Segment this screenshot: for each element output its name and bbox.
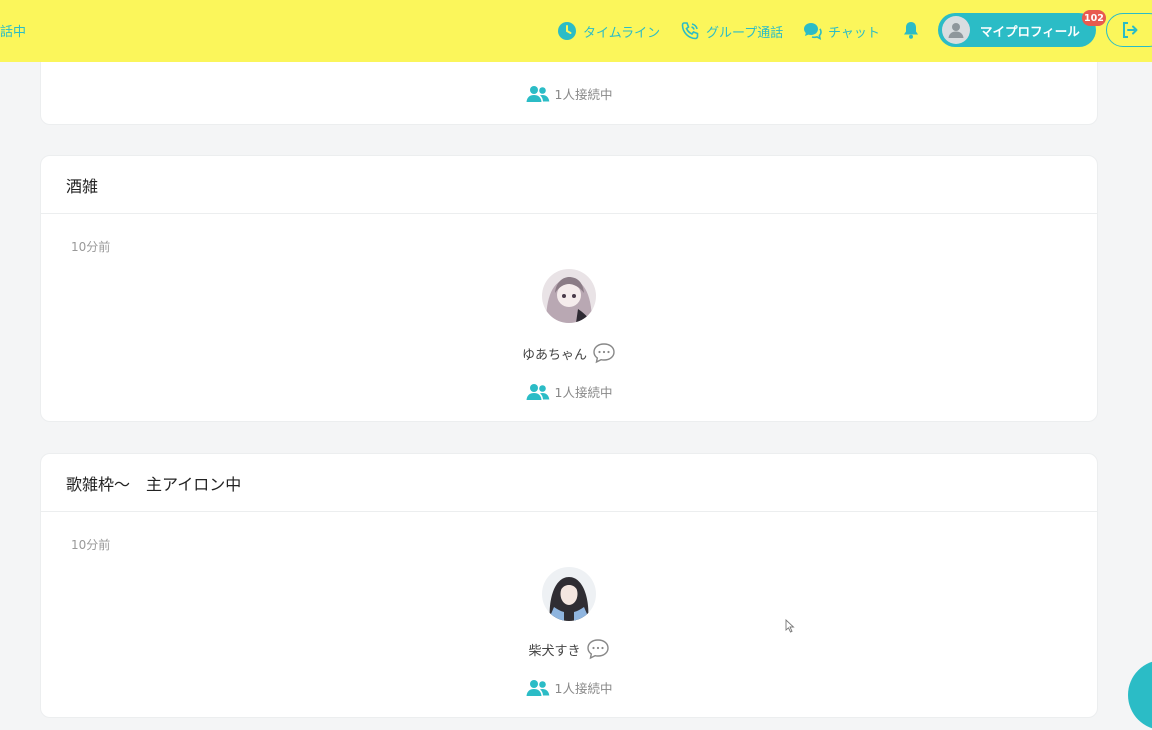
nav-chat[interactable]: チャット [802,18,880,44]
participant-count: 1人接続中 [41,84,1097,103]
chat-bubbles-icon [804,23,822,41]
call-status-text: 話中 [0,25,27,40]
nav-timeline-label: タイムライン [583,25,661,41]
host-name[interactable]: ゆあちゃん [522,344,587,363]
participant-count-text: 1人接続中 [554,87,613,102]
notification-badge: 102 [1082,10,1106,26]
room-card[interactable]: 歌雑枠〜 主アイロン中 10分前 柴犬すき 1人接続中 [40,453,1098,718]
host-name-row: ゆあちゃん [41,342,1097,364]
nav-group-call-label: グループ通話 [706,25,784,41]
user-avatar-icon [942,16,970,44]
room-time: 10分前 [71,538,111,552]
participant-count: 1人接続中 [41,678,1097,697]
nav-group-call[interactable]: グループ通話 [680,18,783,44]
logout-icon [1123,22,1138,38]
my-profile-label: マイプロフィール [980,23,1080,39]
nav-timeline[interactable]: タイムライン [557,18,660,44]
room-title[interactable]: 歌雑枠〜 主アイロン中 [41,454,1097,512]
mouse-cursor-icon [785,619,795,633]
room-title[interactable]: 酒雑 [41,156,1097,214]
participant-count-text: 1人接続中 [554,681,613,696]
comment-icon[interactable] [592,342,616,364]
users-icon [526,679,549,696]
clock-icon [558,22,576,40]
phone-icon [681,22,699,40]
room-time: 10分前 [71,240,111,254]
top-nav-bar: 話中 タイムライン グループ通話 チャット マイプロフィール 102 [0,0,1152,62]
users-icon [526,85,549,102]
participant-count: 1人接続中 [41,382,1097,401]
host-avatar[interactable] [542,567,596,621]
host-name-row: 柴犬すき [41,638,1097,660]
host-avatar[interactable] [542,269,596,323]
users-icon [526,383,549,400]
comment-icon[interactable] [586,638,610,660]
room-card[interactable]: 酒雑 10分前 ゆあちゃん 1人接続中 [40,155,1098,422]
logout-button[interactable] [1106,13,1152,47]
bell-icon[interactable] [900,19,922,41]
host-name[interactable]: 柴犬すき [528,640,580,659]
my-profile-button[interactable]: マイプロフィール [938,13,1096,47]
nav-chat-label: チャット [828,25,880,41]
participant-count-text: 1人接続中 [554,385,613,400]
